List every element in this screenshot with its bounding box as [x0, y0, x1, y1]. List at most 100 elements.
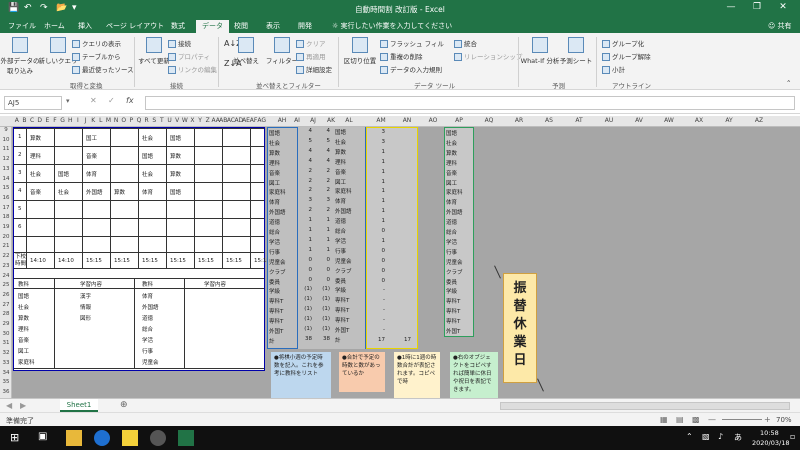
consolidate-button[interactable]: 統合 — [454, 38, 477, 48]
timetable-cell[interactable]: 社会 — [142, 170, 153, 178]
subject-cell[interactable]: 体育 — [446, 198, 457, 206]
cancel-icon[interactable]: ✕ — [90, 96, 97, 105]
weekly-hours[interactable]: 17 — [375, 337, 385, 343]
subject-cell[interactable]: 外国語 — [335, 207, 352, 215]
clock-time[interactable]: 10:58 — [760, 429, 779, 437]
timetable-cell[interactable]: 外国語 — [86, 188, 103, 196]
enter-icon[interactable]: ✓ — [108, 96, 115, 105]
timetable-cell[interactable]: 算数 — [170, 152, 181, 160]
legend-subject[interactable]: 算数 — [18, 314, 29, 322]
row-header[interactable]: 36 — [0, 389, 12, 395]
subject-cell[interactable]: 総合 — [335, 227, 346, 235]
horizontal-scrollbar[interactable] — [500, 402, 790, 410]
column-header[interactable]: AF — [250, 117, 258, 124]
zoom-level[interactable]: 70% — [776, 416, 792, 424]
subject-cell[interactable]: 体育 — [269, 198, 280, 206]
subject-cell[interactable]: 専科T — [335, 296, 349, 304]
weekly-hours[interactable]: 0 — [375, 268, 386, 274]
hours-aj[interactable]: (1) — [320, 296, 330, 302]
subject-cell[interactable]: 外国T — [269, 327, 283, 335]
column-header[interactable]: AE — [242, 117, 250, 124]
hours-ai[interactable]: 4 — [302, 128, 313, 134]
hours-aj[interactable]: (1) — [320, 286, 330, 292]
timetable-cell[interactable]: 国語 — [142, 152, 153, 160]
hours-list-ai-aj[interactable]: 4 5 4 4 2 2 2 3 2 1 1 1 1 0 0 0 (1) (1) (1) (1) (1) 38 4 5 4 4 2 2 2… — [298, 127, 334, 349]
legend-content[interactable]: 図形 — [80, 314, 91, 322]
clock-date[interactable]: 2020/03/18 — [752, 439, 789, 447]
hours-aj[interactable]: 1 — [320, 227, 331, 233]
insert-function-icon[interactable]: fx — [126, 96, 134, 105]
timetable-area[interactable]: 1 2 3 4 5 6 算数 国工 社会 国語 理科 音楽 国語 算数 社会 国語 体育 社会 算数 音楽 社会 外国語算… — [13, 127, 270, 371]
column-header[interactable]: I — [74, 117, 82, 124]
group-button[interactable]: グループ化 — [602, 38, 644, 48]
row-header[interactable]: 11 — [0, 146, 12, 152]
relationships-button[interactable]: リレーションシップ — [454, 51, 522, 61]
row-header[interactable]: 17 — [0, 205, 12, 211]
hours-ai[interactable]: 0 — [302, 257, 313, 263]
end-time[interactable]: 15:15 — [86, 258, 102, 264]
subject-list-ah[interactable]: 国語 社会 算数 理科 音楽 図工 家庭科 体育 外国語 道徳 総合 学活 行事 児童会 クラブ 委員 学級 専科… — [267, 127, 298, 349]
subject-cell[interactable]: 専科T — [446, 297, 460, 305]
row-header[interactable]: 28 — [0, 311, 12, 317]
hours-aj[interactable]: 4 — [320, 158, 331, 164]
subject-cell[interactable]: 算数 — [446, 149, 457, 157]
subject-cell[interactable]: 理科 — [446, 159, 457, 167]
legend-subject[interactable]: 総合 — [142, 325, 153, 333]
end-time[interactable]: 15:15 — [170, 258, 186, 264]
column-header[interactable]: V — [173, 117, 181, 124]
subject-cell[interactable]: 学級 — [269, 287, 280, 295]
subject-cell[interactable]: 総合 — [269, 228, 280, 236]
subject-cell[interactable]: 家庭科 — [446, 188, 463, 196]
subject-cell[interactable]: 学活 — [446, 238, 457, 246]
subject-cell[interactable]: クラブ — [269, 268, 286, 276]
notification-icon[interactable]: ▫ — [790, 432, 795, 441]
legend-subject[interactable]: 外国語 — [142, 303, 159, 311]
what-if-button[interactable]: What-If 分析 — [520, 37, 560, 65]
end-time[interactable]: 14:10 — [30, 258, 46, 264]
weekly-hours[interactable]: - — [375, 297, 385, 303]
weekly-hours[interactable]: 1 — [375, 238, 386, 244]
row-header[interactable]: 21 — [0, 243, 12, 249]
network-icon[interactable]: ▧ — [702, 432, 710, 441]
data-validation-button[interactable]: データの入力規則 — [380, 64, 442, 74]
subject-cell[interactable]: クラブ — [335, 267, 352, 275]
hours-aj[interactable]: 2 — [320, 187, 331, 193]
sort-button[interactable]: 並べ替え — [226, 37, 266, 65]
legend-content[interactable]: 漢字 — [80, 292, 91, 300]
subject-cell[interactable]: 行事 — [335, 247, 346, 255]
hours-ai[interactable]: 4 — [302, 148, 313, 154]
column-header[interactable]: Y — [196, 117, 204, 124]
hours-ai[interactable]: 3 — [302, 197, 313, 203]
timetable-cell[interactable]: 国語 — [170, 134, 181, 142]
subject-cell[interactable]: 音楽 — [269, 169, 280, 177]
row-header[interactable]: 9 — [0, 127, 12, 133]
subject-cell[interactable]: 学級 — [446, 287, 457, 295]
tab-developer[interactable]: 開発 — [292, 20, 318, 33]
column-header[interactable]: AY — [714, 117, 744, 124]
row-header[interactable]: 35 — [0, 379, 12, 385]
hours-aj[interactable]: 2 — [320, 178, 331, 184]
tab-file[interactable]: ファイル — [2, 20, 42, 33]
subject-cell[interactable]: 専科T — [269, 297, 283, 305]
column-header[interactable]: AG — [257, 117, 266, 124]
show-queries-button[interactable]: クエリの表示 — [72, 38, 121, 48]
legend-subject[interactable]: 道徳 — [142, 314, 153, 322]
timetable-cell[interactable]: 算数 — [30, 134, 41, 142]
column-header[interactable]: M — [105, 117, 113, 124]
end-time[interactable]: 15:15 — [114, 258, 130, 264]
column-header[interactable]: W — [181, 117, 189, 124]
normal-view-icon[interactable]: ▦ — [660, 415, 668, 424]
row-header[interactable]: 24 — [0, 273, 12, 279]
weekly-hours[interactable]: - — [375, 327, 385, 333]
subject-cell[interactable]: 児童会 — [446, 258, 463, 266]
row-header[interactable]: 23 — [0, 263, 12, 269]
weekly-hours[interactable]: 1 — [375, 159, 386, 165]
weekly-hours[interactable]: - — [375, 317, 385, 323]
row-header[interactable]: 22 — [0, 253, 12, 259]
subject-cell[interactable]: 学級 — [335, 286, 346, 294]
weekly-hours[interactable]: 1 — [375, 208, 386, 214]
subject-cell[interactable]: 道徳 — [269, 218, 280, 226]
timetable-cell[interactable]: 算数 — [114, 188, 125, 196]
clear-button[interactable]: クリア — [296, 38, 326, 48]
weekly-hours[interactable]: 1 — [375, 188, 386, 194]
